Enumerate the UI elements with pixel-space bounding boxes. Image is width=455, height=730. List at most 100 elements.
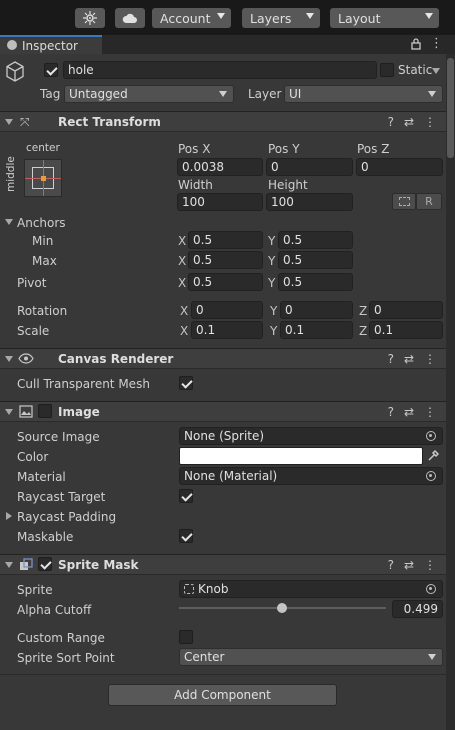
cull-checkbox[interactable]	[179, 376, 193, 390]
sprite-field[interactable]: Knob	[179, 580, 443, 598]
pos-x-field[interactable]: 0.0038	[177, 158, 263, 176]
account-dropdown[interactable]: Account	[152, 8, 231, 28]
color-swatch[interactable]	[179, 447, 423, 465]
custom-range-checkbox[interactable]	[179, 630, 193, 644]
blueprint-icon	[399, 197, 410, 206]
rotation-x-field[interactable]: 0	[191, 301, 263, 319]
anchor-presets-button[interactable]	[24, 159, 62, 197]
rotation-z-field[interactable]: 0	[369, 301, 443, 319]
axis-y-label: Y	[268, 276, 276, 290]
add-component-button[interactable]: Add Component	[108, 684, 337, 706]
sort-point-dropdown[interactable]: Center	[179, 648, 443, 666]
blueprint-mode-button[interactable]	[392, 193, 416, 210]
anchor-min-x-field[interactable]: 0.5	[188, 231, 263, 249]
pivot-y-field[interactable]: 0.5	[278, 273, 353, 291]
gameobject-cube-icon	[6, 61, 24, 82]
more-icon[interactable]: ⋮	[424, 115, 436, 129]
help-icon[interactable]: ?	[388, 352, 394, 366]
sprite-mask-icon	[20, 558, 33, 570]
image-header[interactable]: Image ? ⇄ ⋮	[0, 401, 446, 422]
material-field[interactable]: None (Material)	[179, 467, 443, 485]
scrollbar-thumb[interactable]	[447, 58, 454, 158]
tag-dropdown[interactable]: Untagged	[64, 85, 234, 103]
raycast-target-checkbox[interactable]	[179, 489, 193, 503]
pos-y-field[interactable]: 0	[266, 158, 353, 176]
canvas-renderer-header[interactable]: Canvas Renderer ? ⇄ ⋮	[0, 348, 446, 369]
source-image-field[interactable]: None (Sprite)	[179, 427, 443, 445]
static-checkbox[interactable]	[380, 63, 394, 77]
more-icon[interactable]: ⋮	[424, 405, 436, 419]
alpha-cutoff-field[interactable]: 0.499	[392, 600, 443, 618]
active-checkbox[interactable]	[44, 63, 58, 77]
chevron-down-icon	[219, 91, 227, 97]
more-icon[interactable]: ⋮	[424, 558, 436, 572]
help-icon[interactable]: ?	[388, 405, 394, 419]
anchor-max-y-field[interactable]: 0.5	[278, 251, 353, 269]
collab-button[interactable]	[75, 8, 105, 28]
anchor-max-x-field[interactable]: 0.5	[188, 251, 263, 269]
cloud-icon	[122, 13, 137, 23]
sprite-mask-enabled-checkbox[interactable]	[38, 557, 52, 571]
rect-transform-header[interactable]: ⤧ Rect Transform ? ⇄ ⋮	[0, 111, 446, 132]
tab-inspector[interactable]: Inspector	[0, 35, 102, 54]
fold-arrow-icon[interactable]	[5, 409, 13, 415]
fold-arrow-icon[interactable]	[5, 562, 13, 568]
axis-x-label: X	[180, 324, 189, 338]
preset-icon[interactable]: ⇄	[404, 115, 414, 129]
maskable-checkbox[interactable]	[179, 529, 193, 543]
fold-arrow-icon[interactable]	[5, 356, 13, 362]
height-label: Height	[268, 178, 308, 192]
pos-z-field[interactable]: 0	[356, 158, 443, 176]
scale-x-field[interactable]: 0.1	[191, 321, 263, 339]
preset-icon[interactable]: ⇄	[404, 405, 414, 419]
object-picker-icon[interactable]	[426, 471, 436, 481]
object-picker-icon[interactable]	[426, 584, 436, 594]
layer-dropdown[interactable]: UI	[284, 85, 443, 103]
scale-y-field[interactable]: 0.1	[280, 321, 353, 339]
lock-icon[interactable]	[411, 38, 421, 50]
height-field[interactable]: 100	[266, 193, 353, 211]
alpha-slider-thumb[interactable]	[277, 603, 288, 613]
static-dropdown-icon[interactable]	[432, 68, 440, 74]
sprite-value: Knob	[198, 582, 229, 596]
eyedropper-icon[interactable]	[427, 449, 440, 462]
width-label: Width	[178, 178, 213, 192]
component-title: Canvas Renderer	[58, 352, 174, 366]
more-icon[interactable]: ⋮	[424, 352, 436, 366]
image-icon	[19, 405, 33, 418]
help-icon[interactable]: ?	[388, 558, 394, 572]
top-toolbar: Account Layers Layout	[0, 0, 455, 35]
preset-icon[interactable]: ⇄	[404, 352, 414, 366]
anchors-fold-icon[interactable]	[5, 219, 13, 225]
maskable-label: Maskable	[17, 530, 74, 544]
cloud-button[interactable]	[115, 8, 145, 28]
more-icon[interactable]: ⋮	[430, 36, 443, 51]
component-title: Sprite Mask	[58, 558, 139, 572]
rotation-y-field[interactable]: 0	[280, 301, 353, 319]
layout-dropdown[interactable]: Layout	[330, 8, 439, 28]
pivot-x-field[interactable]: 0.5	[188, 273, 263, 291]
layers-dropdown[interactable]: Layers	[242, 8, 320, 28]
layer-value: UI	[289, 87, 302, 101]
anchor-min-y-field[interactable]: 0.5	[278, 231, 353, 249]
raycast-padding-fold-icon[interactable]	[6, 512, 12, 520]
fold-arrow-icon[interactable]	[5, 119, 13, 125]
layers-label: Layers	[250, 10, 292, 26]
axis-x-label: X	[178, 254, 187, 268]
min-label: Min	[32, 234, 54, 248]
raw-edit-button[interactable]: R	[416, 193, 442, 210]
image-enabled-checkbox[interactable]	[38, 404, 52, 418]
preset-icon[interactable]: ⇄	[404, 558, 414, 572]
axis-x-label: X	[180, 304, 189, 318]
object-picker-icon[interactable]	[426, 431, 436, 441]
help-icon[interactable]: ?	[388, 115, 394, 129]
width-field[interactable]: 100	[177, 193, 263, 211]
object-name-field[interactable]: hole	[63, 61, 377, 79]
rotation-label: Rotation	[17, 304, 68, 318]
chevron-down-icon	[217, 13, 225, 19]
sprite-mask-header[interactable]: Sprite Mask ? ⇄ ⋮	[0, 554, 446, 575]
chevron-down-icon[interactable]	[428, 654, 436, 660]
scale-z-field[interactable]: 0.1	[369, 321, 443, 339]
cull-label: Cull Transparent Mesh	[17, 377, 150, 391]
sprite-icon	[184, 584, 194, 594]
